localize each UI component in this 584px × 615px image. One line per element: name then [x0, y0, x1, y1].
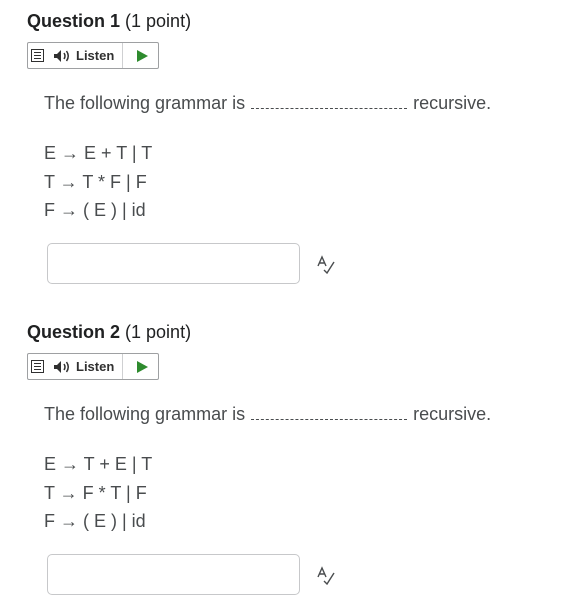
fill-in-blank: [251, 405, 408, 420]
question-title: Question 2 (1 point): [27, 321, 567, 343]
prompt-text: The following grammar is: [44, 404, 246, 424]
grammar-rule: F → ( E ) | id: [44, 200, 146, 220]
grammar-rule: E → E + T | T: [44, 143, 153, 163]
listen-label: Listen: [76, 359, 115, 374]
grammar-rule: F → ( E ) | id: [44, 511, 146, 531]
question-title: Question 1 (1 point): [27, 10, 567, 32]
question-prompt: The following grammar is recursive.: [44, 92, 491, 114]
listen-divider: [122, 43, 123, 68]
menu-icon[interactable]: [31, 49, 44, 62]
question-2: Question 2 (1 point) Listen The followin…: [27, 321, 567, 595]
speaker-icon: [54, 361, 69, 373]
grammar-rule: T → T * F | F: [44, 172, 147, 192]
play-icon[interactable]: [137, 361, 148, 373]
question-prompt: The following grammar is recursive.: [44, 403, 491, 425]
answer-input[interactable]: [47, 554, 300, 595]
play-icon[interactable]: [137, 50, 148, 62]
question-points: (1 point): [125, 11, 192, 31]
listen-button[interactable]: Listen: [27, 353, 159, 380]
speaker-icon: [54, 50, 69, 62]
listen-button[interactable]: Listen: [27, 42, 159, 69]
prompt-text: The following grammar is: [44, 93, 246, 113]
prompt-suffix: recursive.: [413, 93, 492, 113]
question-points: (1 point): [125, 322, 192, 342]
question-1: Question 1 (1 point) Listen The followin…: [27, 10, 567, 284]
answer-input[interactable]: [47, 243, 300, 284]
spellcheck-icon[interactable]: [316, 565, 336, 585]
question-number: Question 2: [27, 322, 121, 342]
question-number: Question 1: [27, 11, 121, 31]
prompt-suffix: recursive.: [413, 404, 492, 424]
grammar-rule: E → T + E | T: [44, 454, 153, 474]
listen-divider: [122, 354, 123, 379]
spellcheck-icon[interactable]: [316, 254, 336, 274]
fill-in-blank: [251, 94, 408, 109]
menu-icon[interactable]: [31, 360, 44, 373]
grammar-rule: T → F * T | F: [44, 483, 147, 503]
listen-label: Listen: [76, 48, 115, 63]
